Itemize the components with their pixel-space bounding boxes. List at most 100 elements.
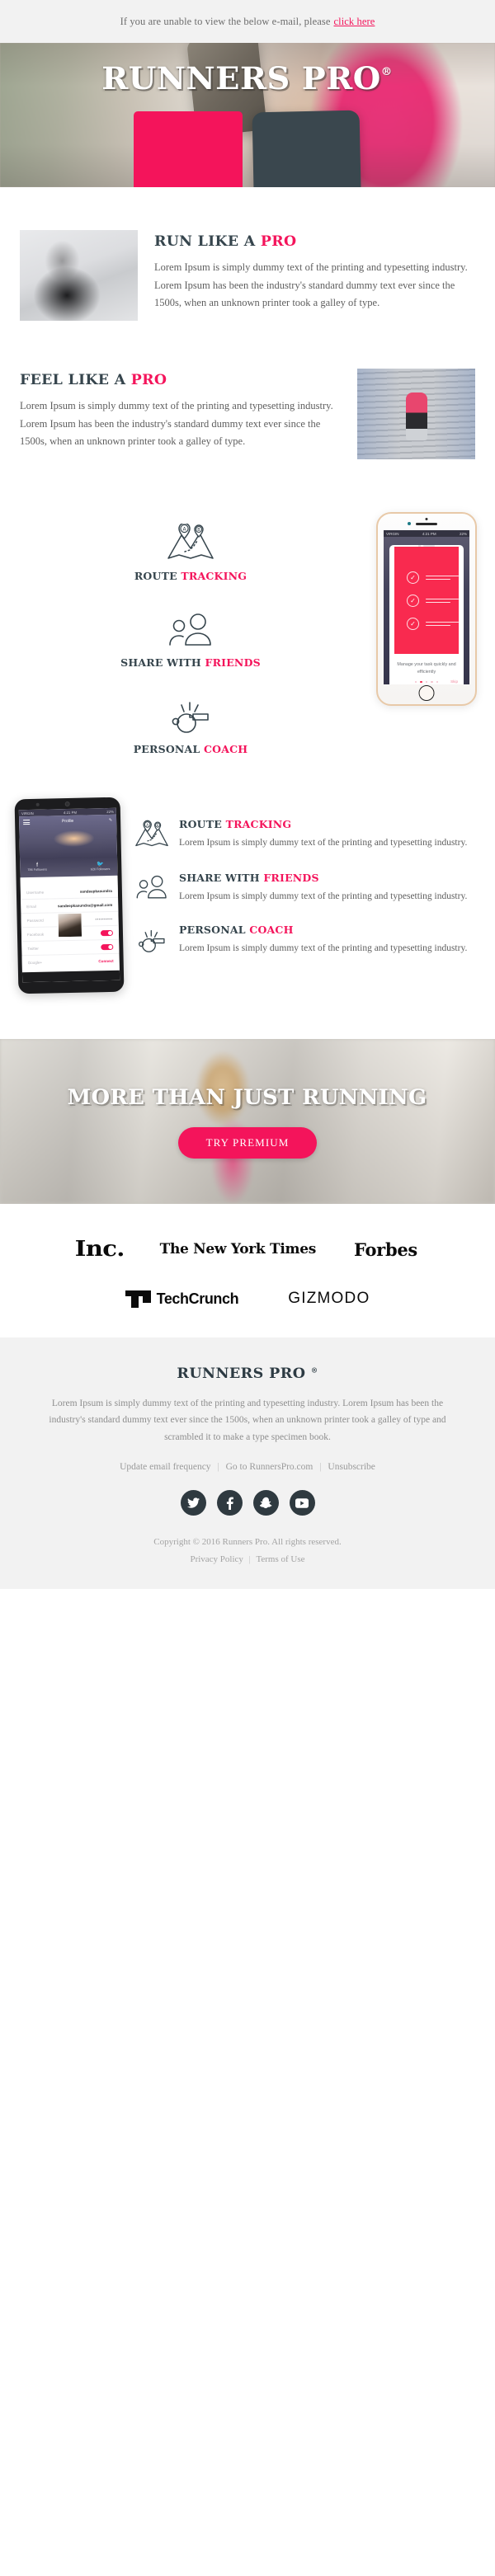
youtube-icon[interactable] bbox=[289, 1490, 315, 1516]
premium-cta-banner: MORE THAN JUST RUNNING TRY PREMIUM bbox=[0, 1039, 495, 1204]
google-play-button[interactable]: Get it on Google play bbox=[252, 110, 364, 187]
twitter-toggle[interactable] bbox=[101, 943, 114, 950]
registered-trademark-icon: ® bbox=[310, 1366, 318, 1375]
feature-title-main: SHARE WITH bbox=[179, 872, 264, 884]
map-route-icon: A B bbox=[18, 520, 363, 562]
android-mockup: VIRGIN 4:21 PM 22% Profile ✎ f 786 Follo… bbox=[14, 797, 125, 994]
android-battery: 22% bbox=[106, 809, 114, 814]
legal-links: Privacy Policy | Terms of Use bbox=[33, 1551, 462, 1568]
section-run-like-a-pro: RUN LIKE A PRO Lorem Ipsum is simply dum… bbox=[0, 187, 495, 349]
hamburger-menu-icon[interactable] bbox=[23, 819, 31, 826]
run-heading-main: RUN LIKE A bbox=[154, 233, 261, 250]
android-speaker-icon bbox=[64, 801, 70, 807]
footer-brand-logo: RUNNERS PRO ® bbox=[26, 1366, 469, 1382]
avatar bbox=[57, 912, 83, 938]
iphone-caption: Manage your task quickly and efficiently bbox=[397, 662, 456, 675]
snapchat-icon[interactable] bbox=[252, 1490, 279, 1516]
press-logos-section: Inc. The New York Times Forbes TechCrunc… bbox=[0, 1204, 495, 1337]
feature-personal-coach: PERSONAL COACH bbox=[18, 693, 363, 755]
svg-text:B: B bbox=[197, 528, 200, 533]
press-logos-row-2: TechCrunch GIZMODO bbox=[25, 1290, 470, 1308]
registered-trademark-icon: ® bbox=[381, 65, 394, 78]
iphone-skip-button[interactable]: Skip bbox=[450, 679, 458, 684]
row-label: Google+ bbox=[27, 960, 43, 966]
facebook-toggle[interactable] bbox=[100, 929, 114, 936]
feature-title: ROUTE TRACKING bbox=[179, 818, 467, 830]
iphone-check-lines bbox=[426, 575, 459, 581]
feature-label-highlight: COACH bbox=[204, 743, 248, 755]
pagination-dot[interactable] bbox=[425, 680, 428, 684]
feel-body-text: Lorem Ipsum is simply dummy text of the … bbox=[20, 400, 333, 447]
iphone-check-item: ✓ bbox=[407, 617, 459, 630]
feature-label-main: ROUTE bbox=[134, 570, 182, 582]
terms-of-use-link[interactable]: Terms of Use bbox=[256, 1554, 304, 1564]
feature-share-with-friends: SHARE WITH FRIENDS bbox=[18, 607, 363, 669]
facebook-followers: 786 Followers bbox=[27, 867, 48, 872]
footer: RUNNERS PRO ® Lorem Ipsum is simply dumm… bbox=[0, 1337, 495, 1590]
footer-links: Update email frequency | Go to RunnersPr… bbox=[33, 1462, 462, 1472]
app-store-button[interactable]: Download on the App Store bbox=[134, 111, 243, 187]
feature-share-with-friends-label: SHARE WITH FRIENDS bbox=[18, 656, 363, 669]
pagination-dot-active[interactable] bbox=[420, 680, 422, 684]
preheader-bar: If you are unable to view the below e-ma… bbox=[0, 0, 495, 43]
iphone-checklist-panel: ✓ ✓ ✓ bbox=[394, 547, 459, 655]
copyright-text: Copyright © 2016 Runners Pro. All rights… bbox=[153, 1537, 342, 1548]
iphone-check-lines bbox=[426, 598, 459, 604]
google-connect-link[interactable]: Connect bbox=[98, 959, 113, 963]
unsubscribe-link[interactable]: Unsubscribe bbox=[328, 1462, 375, 1472]
whistle-icon bbox=[18, 693, 363, 735]
map-route-icon: A B bbox=[134, 818, 170, 853]
check-icon: ✓ bbox=[407, 571, 419, 584]
feature-list-detailed: A B ROUTE TRACKING Lorem Ipsum is simply… bbox=[134, 798, 478, 959]
iphone-pagination[interactable]: Skip bbox=[389, 675, 464, 684]
android-profile-header: Profile ✎ f 786 Followers 🐦 926 Follower… bbox=[18, 814, 118, 878]
feature-label-highlight: FRIENDS bbox=[205, 656, 261, 669]
view-in-browser-link[interactable]: click here bbox=[333, 16, 375, 28]
row-label: Facebook bbox=[26, 932, 45, 937]
twitter-icon[interactable] bbox=[180, 1490, 206, 1516]
feature-label-highlight: TRACKING bbox=[181, 570, 248, 582]
iphone-camera-icon bbox=[408, 522, 411, 525]
link-separator: | bbox=[319, 1462, 322, 1473]
new-york-times-logo: The New York Times bbox=[159, 1241, 317, 1257]
iphone-front-sensor-icon bbox=[425, 518, 428, 520]
feature-personal-coach-label: PERSONAL COACH bbox=[18, 743, 363, 755]
inc-logo: Inc. bbox=[74, 1237, 125, 1262]
feature-title: PERSONAL COACH bbox=[179, 924, 467, 936]
iphone-mockup: VIRGIN 4:21 PM 22% ✓ ✓ ✓ Manage your tas… bbox=[376, 512, 477, 706]
row-value: sandeepkasundra@gmail.com bbox=[57, 902, 113, 908]
facebook-icon[interactable] bbox=[216, 1490, 243, 1516]
techcrunch-wordmark: TechCrunch bbox=[156, 1290, 239, 1307]
iphone-check-lines bbox=[426, 621, 459, 627]
feature-item-share-with-friends: SHARE WITH FRIENDS Lorem Ipsum is simply… bbox=[134, 872, 478, 905]
techcrunch-logo: TechCrunch bbox=[125, 1290, 239, 1308]
table-row[interactable]: Google+ Connect bbox=[22, 954, 120, 970]
iphone-home-button[interactable] bbox=[418, 685, 435, 701]
feature-body: Lorem Ipsum is simply dummy text of the … bbox=[179, 838, 468, 848]
update-email-frequency-link[interactable]: Update email frequency bbox=[120, 1462, 210, 1472]
link-separator: | bbox=[217, 1462, 219, 1473]
pagination-dot[interactable] bbox=[436, 680, 439, 684]
iphone-carrier: VIRGIN bbox=[386, 531, 399, 536]
feature-item-personal-coach: PERSONAL COACH Lorem Ipsum is simply dum… bbox=[134, 924, 478, 959]
feature-text: SHARE WITH FRIENDS Lorem Ipsum is simply… bbox=[179, 872, 467, 905]
feature-body: Lorem Ipsum is simply dummy text of the … bbox=[179, 943, 468, 953]
people-icon bbox=[18, 607, 363, 648]
try-premium-button[interactable]: TRY PREMIUM bbox=[177, 1126, 318, 1159]
iphone-time: 4:21 PM bbox=[422, 531, 436, 536]
website-link[interactable]: Go to RunnersPro.com bbox=[226, 1462, 314, 1472]
pagination-dot[interactable] bbox=[431, 680, 433, 684]
footer-description: Lorem Ipsum is simply dummy text of the … bbox=[49, 1398, 446, 1442]
row-value: •••••••••• bbox=[95, 916, 113, 921]
iphone-onboarding-card: ✓ ✓ ✓ Manage your task quickly and effic… bbox=[389, 545, 464, 684]
android-social-stats: f 786 Followers 🐦 926 Followers bbox=[20, 861, 117, 877]
section-android-features: VIRGIN 4:21 PM 22% Profile ✎ f 786 Follo… bbox=[0, 790, 495, 1039]
iphone-speaker bbox=[416, 523, 437, 525]
link-separator: | bbox=[248, 1554, 251, 1564]
footer-brand-text: RUNNERS PRO bbox=[177, 1366, 306, 1382]
edit-icon[interactable]: ✎ bbox=[109, 818, 112, 823]
techcrunch-mark-icon bbox=[125, 1290, 151, 1308]
pagination-dot[interactable] bbox=[414, 680, 417, 684]
row-label: Twitter bbox=[27, 946, 39, 951]
privacy-policy-link[interactable]: Privacy Policy bbox=[190, 1554, 243, 1564]
